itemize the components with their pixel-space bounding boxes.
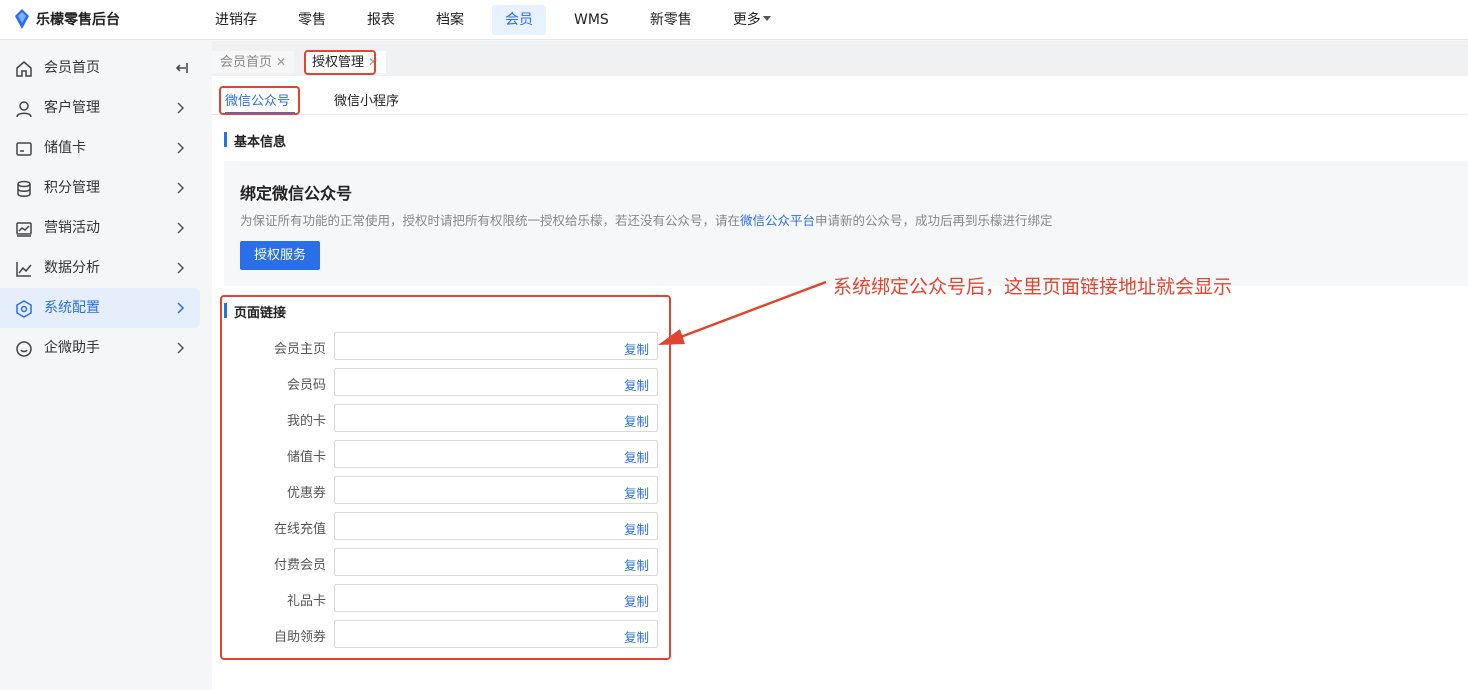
tab-member-home[interactable]: 会员首页 ✕: [212, 51, 295, 73]
topnav-item-wms[interactable]: WMS: [561, 5, 622, 35]
sidebar: 会员首页 客户管理 储值卡 积分管理 营销活动 数据分析 系统配置 企微助手: [0, 41, 212, 690]
chart-screen-icon: [16, 222, 32, 237]
section-title-basic-info: 基本信息: [224, 131, 286, 150]
chevron-right-icon: [177, 142, 185, 154]
sidebar-item-analytics[interactable]: 数据分析: [0, 248, 200, 288]
topnav-item-member[interactable]: 会员: [492, 5, 546, 35]
topnav-item-new-retail[interactable]: 新零售: [637, 5, 705, 35]
home-icon: [16, 61, 32, 77]
chevron-right-icon: [177, 182, 185, 194]
wechat-platform-link[interactable]: 微信公众平台: [740, 213, 815, 228]
sidebar-item-wecom-assistant[interactable]: 企微助手: [0, 328, 200, 368]
app-logo[interactable]: 乐檬零售后台: [14, 9, 120, 29]
app-title: 乐檬零售后台: [36, 12, 120, 28]
topnav-item-inventory[interactable]: 进销存: [202, 5, 270, 35]
user-icon: [16, 101, 32, 118]
chevron-right-icon: [177, 262, 185, 274]
sub-tabs: 微信公众号 微信小程序: [212, 76, 1468, 115]
logo-icon: [15, 9, 29, 29]
highlight-auth-tab: [304, 50, 376, 75]
top-nav: 进销存 零售 报表 档案 会员 WMS 新零售 更多: [202, 5, 799, 35]
card-icon: [16, 142, 32, 156]
chevron-right-icon: [177, 342, 185, 354]
bind-wechat-panel: 绑定微信公众号 为保证所有功能的正常使用，授权时请把所有权限统一授权给乐檬，若还…: [224, 161, 1468, 286]
auth-service-button[interactable]: 授权服务: [240, 241, 320, 270]
sidebar-item-points[interactable]: 积分管理: [0, 168, 200, 208]
bind-description: 为保证所有功能的正常使用，授权时请把所有权限统一授权给乐檬，若还没有公众号，请在…: [240, 213, 1053, 228]
chevron-right-icon: [177, 302, 185, 314]
highlight-wechat-subtab: [219, 86, 300, 115]
page-tabs-bar: 会员首页 ✕ 授权管理 ✕: [212, 41, 1468, 76]
chevron-right-icon: [177, 222, 185, 234]
top-bar: 乐檬零售后台 进销存 零售 报表 档案 会员 WMS 新零售 更多: [0, 0, 1468, 40]
topnav-item-archive[interactable]: 档案: [423, 5, 477, 35]
highlight-page-links: [220, 295, 671, 660]
bind-title: 绑定微信公众号: [240, 184, 353, 203]
line-chart-icon: [16, 262, 32, 277]
chat-icon: [16, 341, 32, 357]
collapse-icon[interactable]: [174, 60, 188, 76]
chevron-right-icon: [177, 102, 185, 114]
close-icon[interactable]: ✕: [276, 55, 286, 69]
sidebar-item-member-home[interactable]: 会员首页: [0, 48, 200, 88]
settings-icon: [16, 300, 32, 318]
sidebar-item-stored-card[interactable]: 储值卡: [0, 128, 200, 168]
topnav-item-reports[interactable]: 报表: [354, 5, 408, 35]
caret-down-icon: [762, 16, 771, 21]
sidebar-item-system-config[interactable]: 系统配置: [0, 288, 200, 328]
topnav-item-retail[interactable]: 零售: [285, 5, 339, 35]
database-icon: [17, 180, 31, 197]
annotation-text: 系统绑定公众号后，这里页面链接地址就会显示: [833, 276, 1233, 298]
topnav-item-more[interactable]: 更多: [720, 5, 784, 35]
sidebar-item-customers[interactable]: 客户管理: [0, 88, 200, 128]
sidebar-item-marketing[interactable]: 营销活动: [0, 208, 200, 248]
subtab-wechat-miniprogram[interactable]: 微信小程序: [334, 90, 399, 109]
